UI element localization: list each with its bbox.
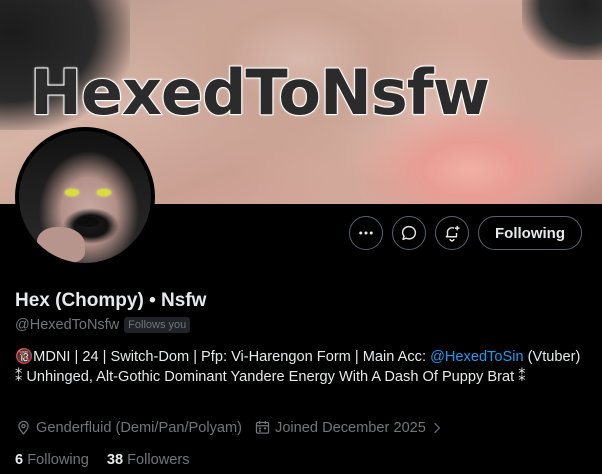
user-handle: @HexedToNsfw xyxy=(15,317,120,333)
avatar-art-hand xyxy=(37,227,85,263)
more-button[interactable] xyxy=(349,216,384,250)
avatar-art-eye-right xyxy=(97,189,111,196)
profile-bio: 🔞MDNI | 24 | Switch-Dom | Pfp: Vi-Hareng… xyxy=(15,347,587,387)
follows-you-badge: Follows you xyxy=(124,317,191,333)
banner-title: HexedToNsfw xyxy=(29,55,491,130)
avatar[interactable] xyxy=(15,127,155,267)
display-name: Hex (Chompy) • Nsfw xyxy=(15,290,207,311)
notification-button[interactable] xyxy=(435,216,470,250)
followers-count: 38 xyxy=(106,452,124,468)
chevron-right-icon xyxy=(430,421,444,435)
banner-art-hair-right xyxy=(522,0,602,60)
more-icon xyxy=(357,224,375,242)
message-icon xyxy=(400,224,418,242)
follow-stats: 6 Following 38 Followers xyxy=(15,452,190,468)
location-text: Genderfluid (Demi/Pan/Polyam) xyxy=(36,419,243,436)
profile-meta: Genderfluid (Demi/Pan/Polyam) Joined Dec… xyxy=(15,419,444,436)
joined-item[interactable]: Joined December 2025 xyxy=(254,419,444,436)
notification-bell-icon xyxy=(443,224,461,242)
following-button[interactable]: Following xyxy=(478,216,582,250)
joined-date: Joined December 2025 xyxy=(275,419,426,436)
following-stat[interactable]: 6 Following xyxy=(15,452,89,468)
avatar-art-lips xyxy=(77,217,99,227)
avatar-art-eye-left xyxy=(65,189,79,196)
profile-actions: Following xyxy=(349,216,582,250)
handle-row: @HexedToNsfw Follows you xyxy=(15,317,191,333)
followers-stat[interactable]: 38 Followers xyxy=(107,452,190,468)
following-label: Following xyxy=(27,452,89,468)
message-button[interactable] xyxy=(392,216,427,250)
location-pin-icon xyxy=(15,419,32,436)
following-count: 6 xyxy=(15,452,24,468)
bio-mention-link[interactable]: @HexedToSin xyxy=(430,349,524,365)
followers-label: Followers xyxy=(127,452,190,468)
bio-text-start: 🔞MDNI | 24 | Switch-Dom | Pfp: Vi-Hareng… xyxy=(15,349,431,365)
calendar-icon xyxy=(254,419,271,436)
location-item: Genderfluid (Demi/Pan/Polyam) xyxy=(15,419,242,436)
